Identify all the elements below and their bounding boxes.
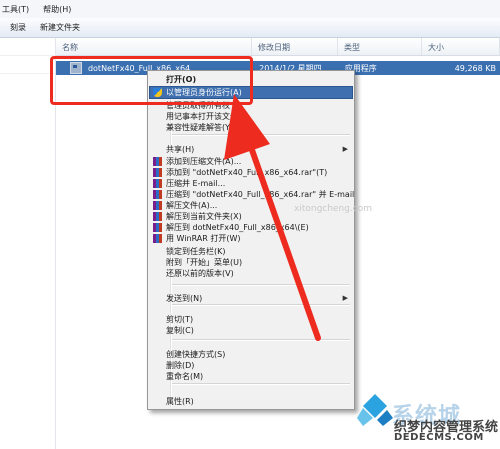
windows-logo-icon <box>357 394 393 426</box>
arrow-shaft <box>249 147 321 341</box>
annotation-arrow <box>224 94 321 341</box>
arrow-head <box>224 94 270 160</box>
watermark-site-url: DEDECMS.COM <box>394 432 484 443</box>
